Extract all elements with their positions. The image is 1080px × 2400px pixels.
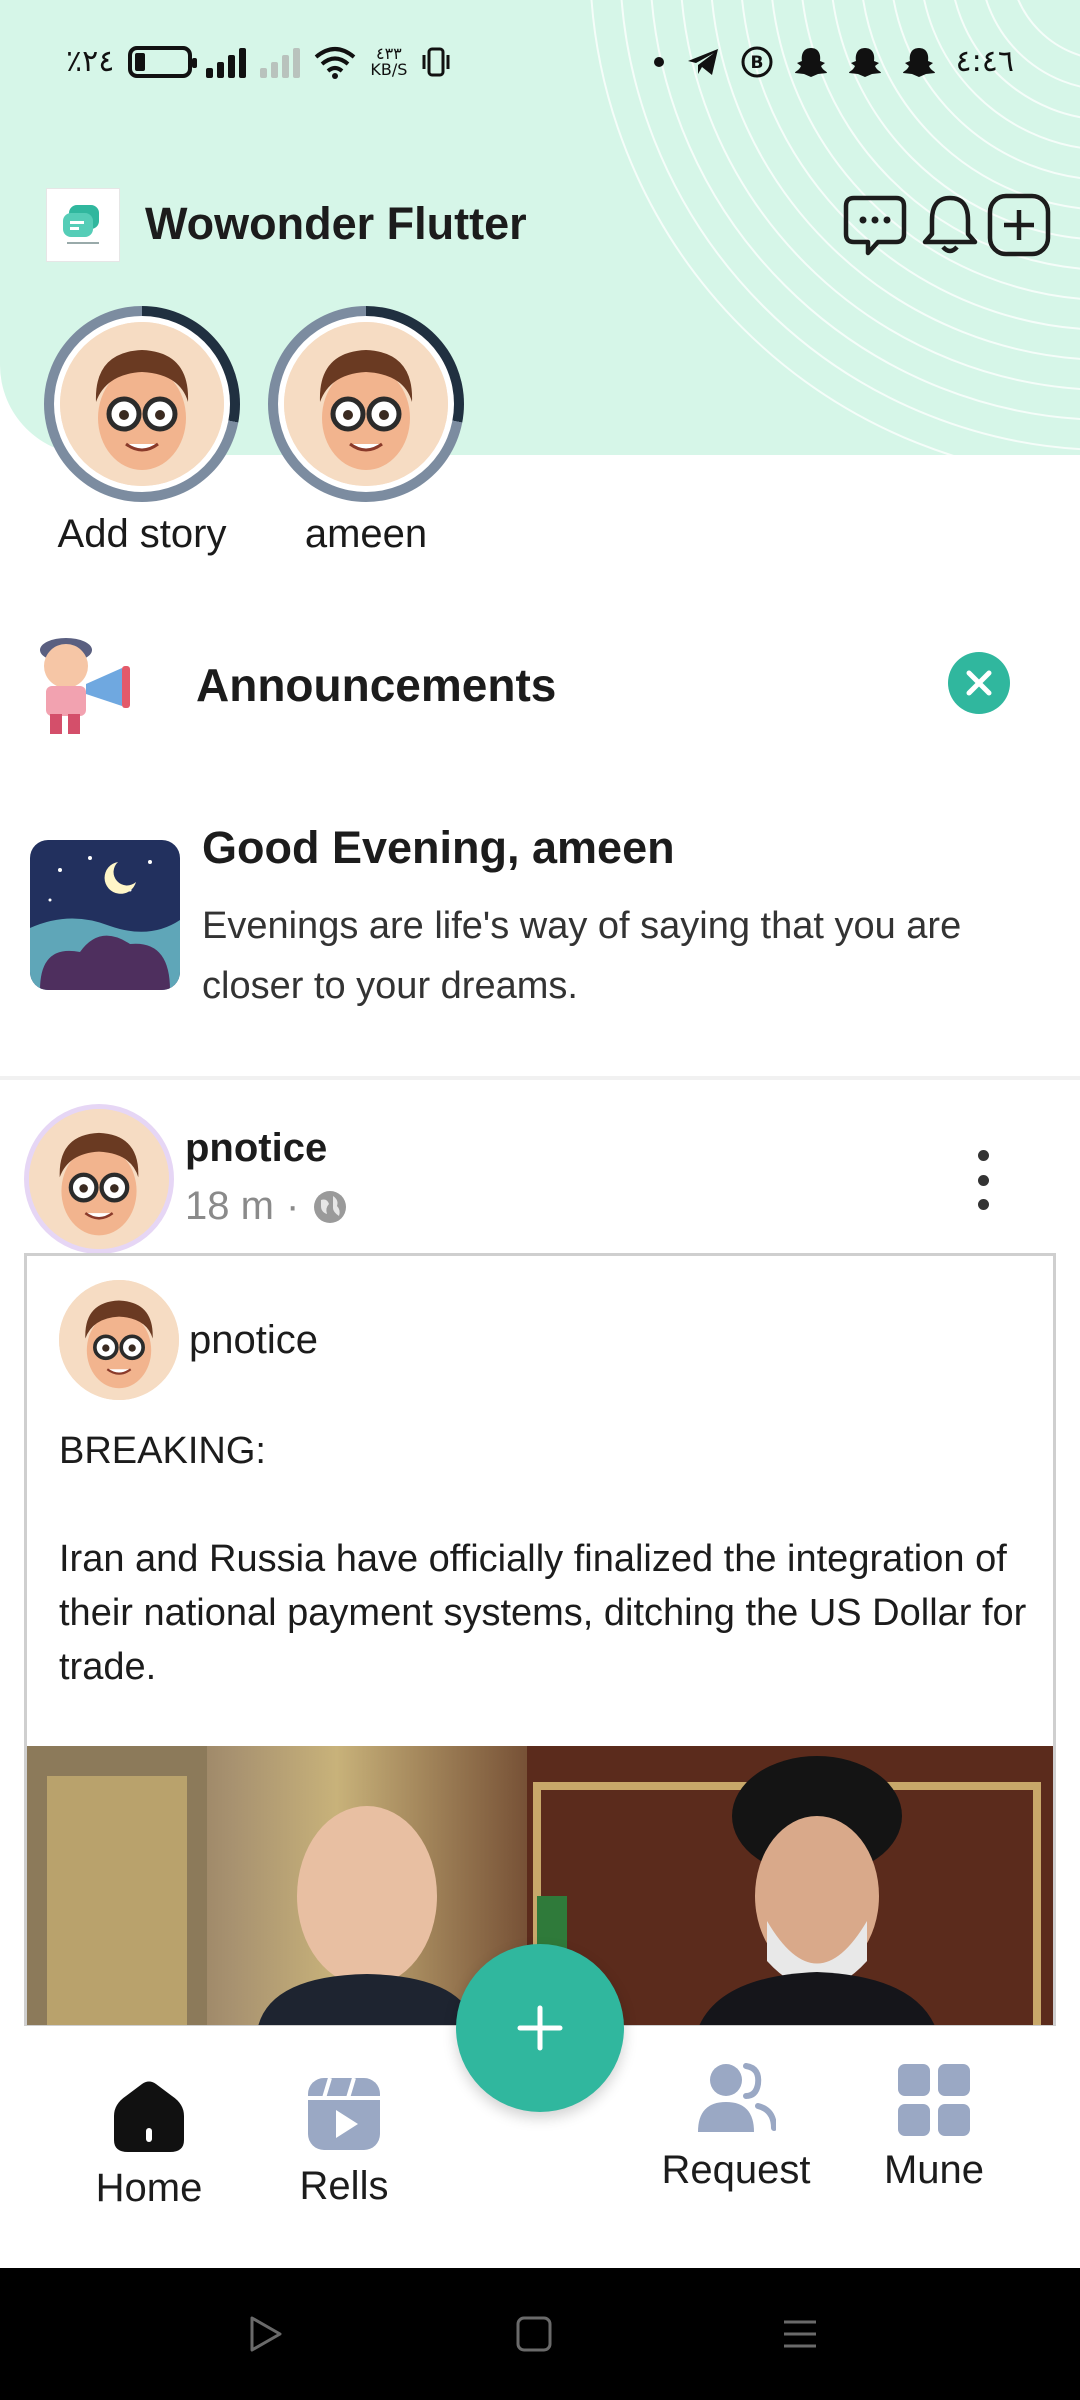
snapchat-icon: [794, 47, 827, 77]
bell-icon[interactable]: [917, 192, 983, 258]
post-time: 18 m: [185, 1184, 274, 1228]
clock: ٤:٤٦: [955, 44, 1014, 79]
meta-separator: ·: [285, 1184, 300, 1228]
wifi-icon: [315, 46, 356, 79]
app-title: Wowonder Flutter: [145, 198, 527, 249]
vibrate-icon: [422, 47, 450, 76]
post-text: BREAKING: Iran and Russia have officiall…: [59, 1430, 1027, 1688]
signal-2-icon: [260, 46, 301, 78]
system-navigation-bar: [0, 2268, 1080, 2400]
app-logo: [46, 188, 120, 262]
globe-icon: [314, 1190, 347, 1223]
post-options-button[interactable]: [968, 1150, 998, 1210]
megaphone-character-icon: [30, 628, 134, 738]
status-bar: ٪٢٤ ٤٣٣ KB/S B ٤:٤٦: [0, 0, 1080, 125]
snapchat-3-icon: [902, 47, 935, 77]
post-author-name[interactable]: pnotice: [185, 1126, 327, 1171]
reels-icon: [304, 2074, 384, 2154]
nav-home[interactable]: Home: [84, 2074, 214, 2211]
close-announcement-button[interactable]: [948, 652, 1010, 714]
battery-icon: [128, 45, 198, 78]
users-icon: [696, 2062, 777, 2138]
nav-rells[interactable]: Rells: [284, 2074, 404, 2209]
home-square-icon[interactable]: [514, 2314, 554, 2359]
story-label: ameen: [304, 512, 428, 556]
add-square-icon[interactable]: [986, 192, 1052, 258]
shared-author-avatar[interactable]: [59, 1280, 179, 1400]
greeting-title: Good Evening, ameen: [202, 822, 675, 873]
grid-icon: [896, 2062, 972, 2138]
memoji-avatar: [60, 322, 224, 486]
post-meta: 18 m ·: [185, 1184, 349, 1229]
story-label: Add story: [57, 512, 227, 556]
story-ring: [44, 306, 240, 502]
evening-moon-image: [30, 840, 180, 990]
create-post-fab[interactable]: [456, 1944, 624, 2112]
announcements-title: Announcements: [196, 659, 557, 711]
close-icon: [966, 670, 992, 696]
nav-label: Rells: [299, 2164, 389, 2208]
plus-icon: [517, 2005, 563, 2051]
nav-request[interactable]: Request: [656, 2062, 816, 2193]
b-badge-icon: B: [741, 46, 773, 77]
nav-mune[interactable]: Mune: [868, 2062, 1000, 2193]
recents-menu-icon[interactable]: [780, 2314, 820, 2359]
back-triangle-icon[interactable]: [246, 2314, 286, 2359]
section-divider: [0, 1076, 1080, 1080]
network-speed: ٤٣٣ KB/S: [370, 43, 408, 79]
story-ameen[interactable]: ameen: [268, 306, 464, 557]
nav-label: Request: [661, 2148, 811, 2192]
memoji-avatar: [284, 322, 448, 486]
story-add[interactable]: Add story: [44, 306, 240, 557]
post-author-avatar[interactable]: [24, 1104, 174, 1254]
nav-label: Mune: [883, 2148, 985, 2192]
home-icon: [108, 2074, 190, 2156]
chat-icon[interactable]: [842, 192, 908, 258]
nav-label: Home: [95, 2166, 203, 2210]
battery-percent: ٪٢٤: [66, 44, 115, 79]
svg-text:B: B: [750, 53, 763, 73]
shared-post-card[interactable]: pnotice BREAKING: Iran and Russia have o…: [24, 1253, 1056, 2028]
greeting-text: Evenings are life's way of saying that y…: [202, 905, 962, 1007]
snapchat-2-icon: [848, 47, 881, 77]
telegram-icon: [687, 48, 718, 75]
signal-icon: [206, 46, 247, 78]
dot-icon: [653, 56, 664, 67]
shared-author-name[interactable]: pnotice: [189, 1318, 318, 1363]
story-ring: [268, 306, 464, 502]
